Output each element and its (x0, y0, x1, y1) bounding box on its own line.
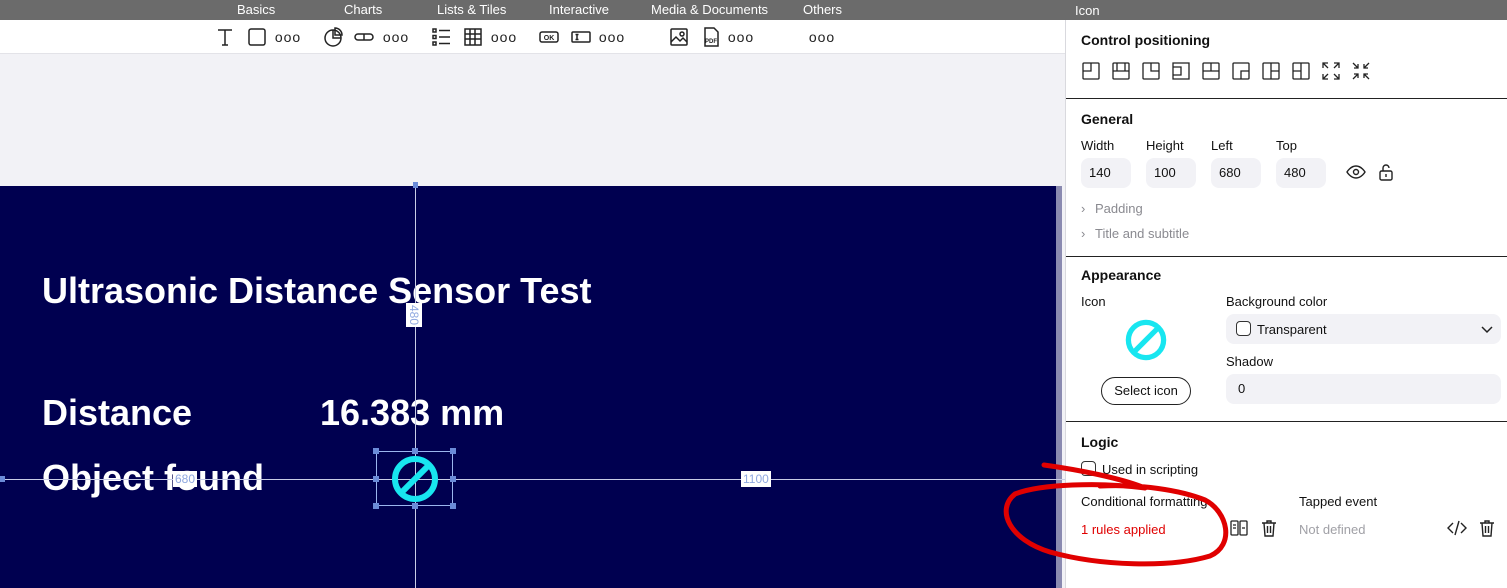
unlock-icon[interactable] (1376, 162, 1396, 182)
left-distance-label: 680 (173, 471, 198, 487)
chevron-down-icon (1481, 326, 1493, 334)
pie-chart-icon[interactable] (321, 25, 345, 49)
image-icon[interactable] (667, 25, 691, 49)
right-distance-label: 1100 (741, 471, 771, 487)
used-in-scripting-checkbox[interactable] (1081, 461, 1096, 476)
color-swatch (1236, 321, 1251, 336)
category-interactive[interactable]: Interactive (549, 2, 609, 17)
delete-event-trash-icon[interactable] (1477, 518, 1497, 538)
resize-handle-left[interactable] (373, 476, 379, 482)
category-media-documents[interactable]: Media & Documents (651, 2, 768, 17)
align-middle-right-icon[interactable] (1231, 61, 1251, 81)
tapped-event-label: Tapped event (1299, 494, 1378, 509)
left-label: Left (1211, 138, 1233, 153)
title-subtitle-expander[interactable]: › Title and subtitle (1081, 226, 1189, 241)
category-others[interactable]: Others (803, 2, 842, 17)
align-middle-left-icon[interactable] (1171, 61, 1191, 81)
properties-panel: Control positioning General Width Height… (1065, 20, 1507, 588)
distance-label[interactable]: Distance (42, 392, 192, 434)
resize-handle-bottom-right[interactable] (450, 503, 456, 509)
section-divider (1066, 98, 1507, 99)
edit-rules-icon[interactable] (1229, 518, 1249, 538)
more-basics-button[interactable]: ooo (275, 25, 300, 49)
padding-expander[interactable]: › Padding (1081, 201, 1143, 216)
shadow-field[interactable]: 0 (1226, 374, 1501, 404)
category-basics[interactable]: Basics (237, 2, 275, 17)
tapped-event-value: Not defined (1299, 522, 1366, 537)
code-editor-icon[interactable] (1447, 518, 1467, 538)
shadow-label: Shadow (1226, 354, 1273, 369)
chevron-right-icon: › (1081, 226, 1086, 241)
more-interactive-button[interactable]: ooo (599, 25, 624, 49)
width-field[interactable]: 140 (1081, 158, 1131, 188)
visibility-eye-icon[interactable] (1346, 162, 1366, 182)
width-label: Width (1081, 138, 1115, 153)
shrink-to-fit-icon[interactable] (1351, 61, 1371, 81)
app-screen-preview[interactable]: Ultrasonic Distance Sensor Test Distance… (0, 186, 1058, 588)
category-bar: Basics Charts Lists & Tiles Interactive … (0, 0, 1507, 20)
section-divider (1066, 256, 1507, 257)
align-bottom-right-icon[interactable] (1291, 61, 1311, 81)
ok-button-icon[interactable]: OK (537, 25, 561, 49)
distance-value[interactable]: 16.383 mm (320, 392, 504, 434)
resize-handle-top-right[interactable] (450, 448, 456, 454)
left-field[interactable]: 680 (1211, 158, 1261, 188)
category-lists-tiles[interactable]: Lists & Tiles (437, 2, 506, 17)
pdf-icon[interactable]: PDF (699, 25, 723, 49)
resize-handle-right[interactable] (450, 476, 456, 482)
top-field[interactable]: 480 (1276, 158, 1326, 188)
logic-section-title: Logic (1081, 434, 1119, 450)
panel-header-title: Icon (1075, 3, 1100, 18)
slider-icon[interactable] (352, 25, 376, 49)
table-icon[interactable] (461, 25, 485, 49)
top-label: Top (1276, 138, 1297, 153)
fill-screen-icon[interactable] (1321, 61, 1341, 81)
general-section-title: General (1081, 111, 1134, 127)
section-divider (1066, 421, 1507, 422)
height-label: Height (1146, 138, 1184, 153)
top-distance-label: 480 (406, 303, 422, 328)
select-icon-button[interactable]: Select icon (1101, 377, 1191, 405)
resize-handle-top-left[interactable] (373, 448, 379, 454)
more-media-button[interactable]: ooo (728, 25, 753, 49)
list-icon[interactable] (429, 25, 453, 49)
rectangle-icon[interactable] (245, 25, 269, 49)
appearance-section-title: Appearance (1081, 267, 1162, 283)
icon-label: Icon (1081, 294, 1106, 309)
screen-title[interactable]: Ultrasonic Distance Sensor Test (42, 270, 592, 312)
more-lists-button[interactable]: ooo (491, 25, 516, 49)
align-top-center-icon[interactable] (1111, 61, 1131, 81)
horizontal-guide-line (0, 479, 1065, 480)
svg-text:PDF: PDF (705, 39, 717, 45)
component-toolbar: ooo ooo ooo OK ooo PDF ooo ooo (0, 20, 1065, 54)
guide-left-cap (0, 476, 5, 482)
align-top-left-icon[interactable] (1081, 61, 1101, 81)
conditional-formatting-label: Conditional formatting (1081, 494, 1208, 509)
background-color-label: Background color (1226, 294, 1328, 309)
height-field[interactable]: 100 (1146, 158, 1196, 188)
background-color-value: Transparent (1257, 322, 1327, 337)
more-others-button[interactable]: ooo (809, 25, 834, 49)
svg-text:OK: OK (544, 35, 555, 42)
prohibited-icon[interactable] (390, 454, 440, 504)
category-charts[interactable]: Charts (344, 2, 382, 17)
control-positioning-title: Control positioning (1081, 32, 1211, 48)
screen-resize-edge[interactable] (1056, 186, 1062, 588)
guide-top-cap (413, 182, 418, 188)
vertical-guide-line (415, 186, 416, 588)
align-top-right-icon[interactable] (1141, 61, 1161, 81)
align-center-icon[interactable] (1201, 61, 1221, 81)
more-charts-button[interactable]: ooo (383, 25, 408, 49)
text-icon[interactable] (213, 25, 237, 49)
used-in-scripting-label: Used in scripting (1102, 462, 1199, 477)
text-input-icon[interactable] (569, 25, 593, 49)
chevron-right-icon: › (1081, 201, 1086, 216)
delete-rules-trash-icon[interactable] (1259, 518, 1279, 538)
align-bottom-left-icon[interactable] (1261, 61, 1281, 81)
icon-preview-prohibited-icon (1125, 319, 1167, 361)
background-color-dropdown[interactable]: Transparent (1226, 314, 1501, 344)
resize-handle-bottom-left[interactable] (373, 503, 379, 509)
rules-applied-text[interactable]: 1 rules applied (1081, 522, 1166, 537)
object-found-label[interactable]: Object found (42, 457, 264, 499)
